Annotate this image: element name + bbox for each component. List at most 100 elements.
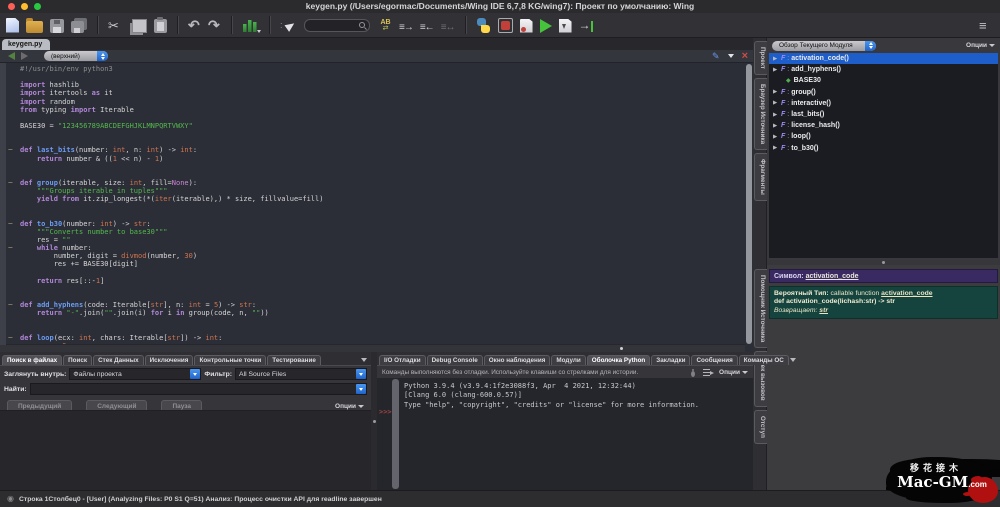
code-line[interactable]: """Converts number to base30""" <box>0 228 745 236</box>
symbol-row-group[interactable]: ▶F:group() <box>769 87 998 98</box>
code-line[interactable]: −def group(iterable, size: int, fill=Non… <box>0 179 745 187</box>
debug-button[interactable] <box>559 19 572 33</box>
code-line[interactable]: number, digit = divmod(number, 30) <box>0 252 745 260</box>
outdent-button[interactable] <box>420 17 434 33</box>
search-results-area[interactable] <box>0 410 371 490</box>
tool-tab-браузер-источника[interactable]: Браузер Источника <box>754 78 767 150</box>
code-line[interactable] <box>0 138 745 146</box>
code-line[interactable] <box>0 114 745 122</box>
expander-icon[interactable]: ▶ <box>773 100 781 106</box>
tab-модули[interactable]: Модули <box>551 355 585 366</box>
code-line[interactable] <box>0 293 745 301</box>
expander-icon[interactable]: ▶ <box>773 89 781 95</box>
history-icon[interactable] <box>703 368 713 377</box>
replace-button[interactable] <box>379 17 392 33</box>
tab-сообщения[interactable]: Сообщения <box>691 355 737 366</box>
tool-tab-проект[interactable]: Проект <box>754 41 767 75</box>
redo-button[interactable] <box>208 17 221 33</box>
tab-тестирование[interactable]: Тестирование <box>267 355 321 366</box>
code-line[interactable] <box>0 163 745 171</box>
expander-icon[interactable]: ▶ <box>773 134 781 140</box>
tab-debug-console[interactable]: Debug Console <box>427 355 483 366</box>
tab-оболочка-python[interactable]: Оболочка Python <box>587 355 650 366</box>
tab-i-o-отладки[interactable]: I/O Отладки <box>379 355 426 366</box>
code-line[interactable]: """Groups iterable in tuples""" <box>0 187 745 195</box>
match-indent-button[interactable] <box>441 17 455 33</box>
fold-marker-icon[interactable]: − <box>8 179 13 187</box>
tab-overflow-chevron-icon[interactable] <box>790 358 796 362</box>
lookin-dropdown-button[interactable] <box>190 369 200 379</box>
tab-закладки[interactable]: Закладки <box>651 355 690 366</box>
status-bug-icon[interactable]: ◉ <box>7 495 14 503</box>
browser-mode-stepper[interactable] <box>865 41 876 51</box>
browser-options-button[interactable]: Опции <box>966 42 995 49</box>
code-line[interactable] <box>0 317 745 325</box>
type-link[interactable]: activation_code <box>881 290 932 297</box>
code-line[interactable]: −def last_bits(number: int, n: int) -> i… <box>0 146 745 154</box>
fold-marker-icon[interactable]: − <box>8 301 13 309</box>
code-line[interactable]: from typing import Iterable <box>0 106 745 114</box>
filter-dropdown-button[interactable] <box>356 369 366 379</box>
code-line[interactable]: import itertools as it <box>0 89 745 97</box>
code-line[interactable]: −def add_hyphens(code: Iterable[str], n:… <box>0 301 745 309</box>
symbol-row-add_hyphens[interactable]: ▶F:add_hyphens() <box>769 64 998 75</box>
code-line[interactable] <box>0 326 745 334</box>
hscroll-thumb[interactable] <box>620 347 623 350</box>
pane-close-icon[interactable]: × <box>742 51 748 61</box>
symbol-row-to_b30[interactable]: ▶F:to_b30() <box>769 143 998 154</box>
symbol-row-interactive[interactable]: ▶F:interactive() <box>769 98 998 109</box>
code-line[interactable] <box>0 212 745 220</box>
code-line[interactable]: import random <box>0 98 745 106</box>
returns-link[interactable]: str <box>819 307 828 314</box>
breakpoint-margin[interactable] <box>0 63 6 345</box>
expander-icon[interactable]: ▶ <box>773 145 781 151</box>
code-line[interactable] <box>0 130 745 138</box>
expander-icon[interactable]: ▶ <box>773 123 781 129</box>
code-line[interactable] <box>0 203 745 211</box>
code-line[interactable]: return "-".join("".join(i) for i in grou… <box>0 309 745 317</box>
filter-combobox[interactable]: All Source Files <box>235 368 367 380</box>
code-line[interactable]: #!/usr/bin/env python3 <box>0 65 745 73</box>
code-line[interactable] <box>0 171 745 179</box>
code-line[interactable]: import hashlib <box>0 81 745 89</box>
pointer-button[interactable] <box>280 19 295 33</box>
toolbar-search-input[interactable] <box>304 19 370 32</box>
code-line[interactable] <box>0 285 745 293</box>
code-line[interactable]: res += BASE30[digit] <box>0 260 745 268</box>
undo-button[interactable] <box>188 17 201 33</box>
fold-marker-icon[interactable]: − <box>8 220 13 228</box>
expander-icon[interactable]: ▶ <box>773 67 781 73</box>
breakpoint-button[interactable] <box>498 18 513 33</box>
new-file-button[interactable] <box>6 18 19 33</box>
tool-tab-помощник-источника[interactable]: Помощник Источника <box>754 269 767 348</box>
code-line[interactable] <box>0 73 745 81</box>
symbol-link[interactable]: activation_code <box>806 273 859 280</box>
find-dropdown-button[interactable] <box>356 384 366 394</box>
symbol-row-loop[interactable]: ▶F:loop() <box>769 131 998 142</box>
symbol-row-activation_code[interactable]: ▶F:activation_code() <box>769 53 998 64</box>
tab-поиск-в-файлах[interactable]: Поиск в файлах <box>2 355 62 366</box>
symbol-row-last_bits[interactable]: ▶F:last_bits() <box>769 109 998 120</box>
expander-icon[interactable]: ▶ <box>773 112 781 118</box>
fold-marker-icon[interactable]: − <box>8 244 13 252</box>
tab-поиск[interactable]: Поиск <box>63 355 92 366</box>
editor-horizontal-scrollbar[interactable] <box>0 344 745 352</box>
symbol-row-BASE30[interactable]: ◆BASE30 <box>769 75 998 86</box>
editor-tab-keygen[interactable]: keygen.py <box>2 39 50 50</box>
tab-overflow-chevron-icon[interactable] <box>361 358 367 362</box>
code-line[interactable]: return res[::-1] <box>0 277 745 285</box>
expander-icon[interactable]: ▶ <box>773 56 781 62</box>
step-into-button[interactable] <box>579 19 595 33</box>
tab-окно-наблюдения[interactable]: Окно наблюдения <box>484 355 551 366</box>
tab-исключения[interactable]: Исключения <box>145 355 194 366</box>
menu-button[interactable] <box>979 17 992 33</box>
pane-menu-chevron-icon[interactable] <box>728 54 734 58</box>
debug-bug-icon[interactable] <box>688 368 697 377</box>
code-line[interactable]: yield from it.zip_longest(*(iter(iterabl… <box>0 195 745 203</box>
history-forward-icon[interactable] <box>21 52 28 60</box>
save-as-button[interactable] <box>71 21 84 33</box>
fold-marker-icon[interactable]: − <box>8 146 13 154</box>
tab-стек-данных[interactable]: Стек Данных <box>93 355 144 366</box>
find-combobox[interactable] <box>30 383 367 395</box>
edit-pencil-icon[interactable]: ✎ <box>712 52 720 61</box>
